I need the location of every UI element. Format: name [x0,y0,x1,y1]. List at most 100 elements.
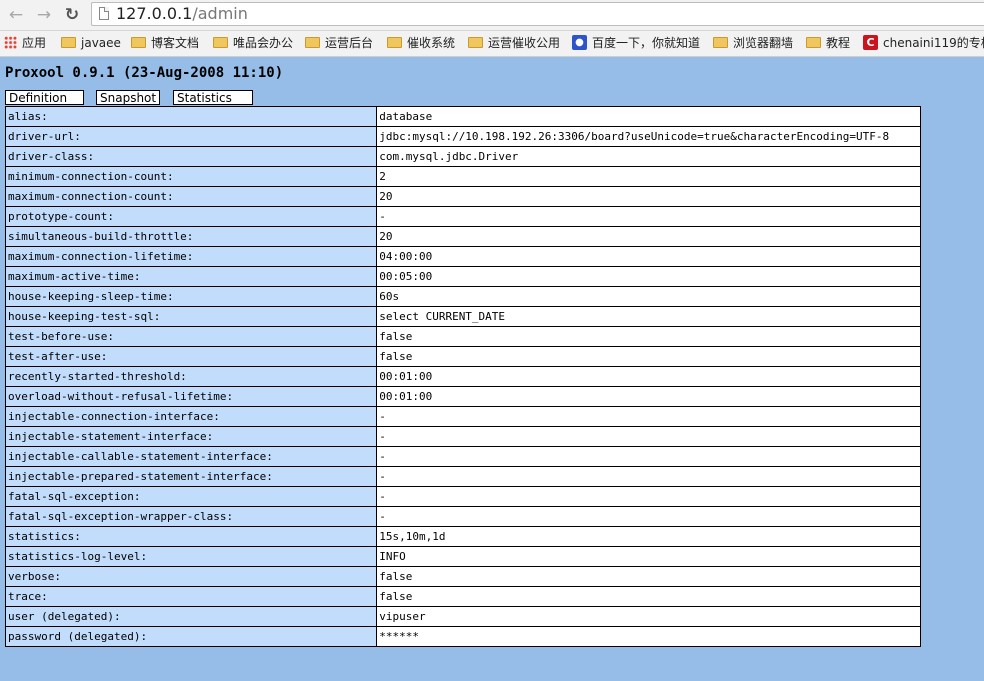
bookmark-javaee[interactable]: javaee [61,31,121,56]
folder-icon [305,37,320,48]
property-value: jdbc:mysql://10.198.192.26:3306/board?us… [376,126,921,147]
table-row: password (delegated): ****** [4,626,921,647]
table-row: injectable-statement-interface: - [4,426,921,447]
table-row: fatal-sql-exception-wrapper-class: - [4,506,921,527]
property-name: trace: [4,586,378,607]
table-row: injectable-connection-interface: - [4,406,921,427]
property-value: 00:05:00 [376,266,921,287]
bookmark-baidu[interactable]: ● 百度一下，你就知道 [572,31,700,56]
property-name: password (delegated): [4,626,378,647]
forward-arrow-icon[interactable]: → [33,4,55,26]
table-row: user (delegated): vipuser [4,606,921,627]
table-row: driver-class: com.mysql.jdbc.Driver [4,146,921,167]
table-row: verbose: false [4,566,921,587]
property-value: 15s,10m,1d [376,526,921,547]
table-row: driver-url: jdbc:mysql://10.198.192.26:33… [4,126,921,147]
bookmark-blog-docs[interactable]: 博客文档 [131,31,199,56]
table-row: injectable-callable-statement-interface:… [4,446,921,467]
bookmark-apps[interactable]: 应用 [4,31,46,56]
reload-icon[interactable]: ↻ [61,4,83,26]
table-row: statistics-log-level: INFO [4,546,921,567]
table-row: test-before-use: false [4,326,921,347]
definition-table: alias: database driver-url: jdbc:mysql://10… [4,106,921,647]
property-value: false [376,346,921,367]
bookmark-browser-proxy[interactable]: 浏览器翻墙 [713,31,793,56]
property-name: driver-class: [4,146,378,167]
bookmark-collection-system[interactable]: 催收系统 [387,31,455,56]
property-name: verbose: [4,566,378,587]
property-name: injectable-statement-interface: [4,426,378,447]
table-row: alias: database [4,106,921,127]
table-row: simultaneous-build-throttle: 20 [4,226,921,247]
property-name: test-before-use: [4,326,378,347]
address-bar[interactable]: 127.0.0.1/admin [91,2,984,26]
table-row: maximum-connection-count: 20 [4,186,921,207]
property-name: alias: [4,106,378,127]
tab-statistics[interactable]: Statistics [173,90,253,105]
property-value: false [376,566,921,587]
property-name: statistics-log-level: [4,546,378,567]
table-row: overload-without-refusal-lifetime: 00:01:… [4,386,921,407]
property-value: INFO [376,546,921,567]
table-row: trace: false [4,586,921,607]
bookmark-vip-office[interactable]: 唯品会办公 [213,31,293,56]
tab-snapshot[interactable]: Snapshot [96,90,160,105]
property-value: - [376,426,921,447]
table-row: maximum-connection-lifetime: 04:00:00 [4,246,921,267]
property-value: 2 [376,166,921,187]
bookmark-ops-admin[interactable]: 运营后台 [305,31,373,56]
property-name: house-keeping-test-sql: [4,306,378,327]
table-row: fatal-sql-exception: - [4,486,921,507]
property-name: prototype-count: [4,206,378,227]
property-value: 00:01:00 [376,386,921,407]
table-row: house-keeping-sleep-time: 60s [4,286,921,307]
bookmarks-bar: 应用 javaee 博客文档 唯品会办公 运营后台 催收系统 运营催收公用 ● 百… [0,31,984,57]
property-value: - [376,466,921,487]
url-text[interactable]: 127.0.0.1/admin [116,3,248,25]
folder-icon [213,37,228,48]
property-name: driver-url: [4,126,378,147]
table-row: test-after-use: false [4,346,921,367]
property-name: user (delegated): [4,606,378,627]
property-name: overload-without-refusal-lifetime: [4,386,378,407]
apps-grid-icon [4,36,17,49]
folder-icon [713,37,728,48]
property-name: recently-started-threshold: [4,366,378,387]
table-row: injectable-prepared-statement-interface:… [4,466,921,487]
property-value: vipuser [376,606,921,627]
table-row: prototype-count: - [4,206,921,227]
property-value: - [376,506,921,527]
browser-toolbar: ← → ↻ 127.0.0.1/admin [0,0,984,31]
property-value: 60s [376,286,921,307]
folder-icon [131,37,146,48]
bookmark-tutorials[interactable]: 教程 [806,31,850,56]
property-value: 20 [376,186,921,207]
property-value: 00:01:00 [376,366,921,387]
property-value: database [376,106,921,127]
page-icon [99,7,109,20]
property-name: maximum-connection-lifetime: [4,246,378,267]
folder-icon [806,37,821,48]
table-row: recently-started-threshold: 00:01:00 [4,366,921,387]
csdn-icon: C [863,35,878,50]
folder-icon [61,37,76,48]
property-value: ****** [376,626,921,647]
property-name: injectable-connection-interface: [4,406,378,427]
property-name: injectable-callable-statement-interface: [4,446,378,467]
property-value: com.mysql.jdbc.Driver [376,146,921,167]
bookmark-ops-collection-shared[interactable]: 运营催收公用 [468,31,560,56]
back-arrow-icon[interactable]: ← [5,4,27,26]
property-name: maximum-connection-count: [4,186,378,207]
table-row: minimum-connection-count: 2 [4,166,921,187]
property-name: injectable-prepared-statement-interface: [4,466,378,487]
property-value: 20 [376,226,921,247]
property-value: - [376,446,921,467]
baidu-paw-icon: ● [572,35,587,50]
page-title: Proxool 0.9.1 (23-Aug-2008 11:10) [5,65,284,81]
table-row: house-keeping-test-sql: select CURRENT_DA… [4,306,921,327]
bookmark-csdn-blog[interactable]: Cchenaini119的专栏 [863,31,984,56]
property-name: statistics: [4,526,378,547]
property-value: false [376,586,921,607]
tab-definition[interactable]: Definition [5,90,84,105]
property-value: - [376,206,921,227]
